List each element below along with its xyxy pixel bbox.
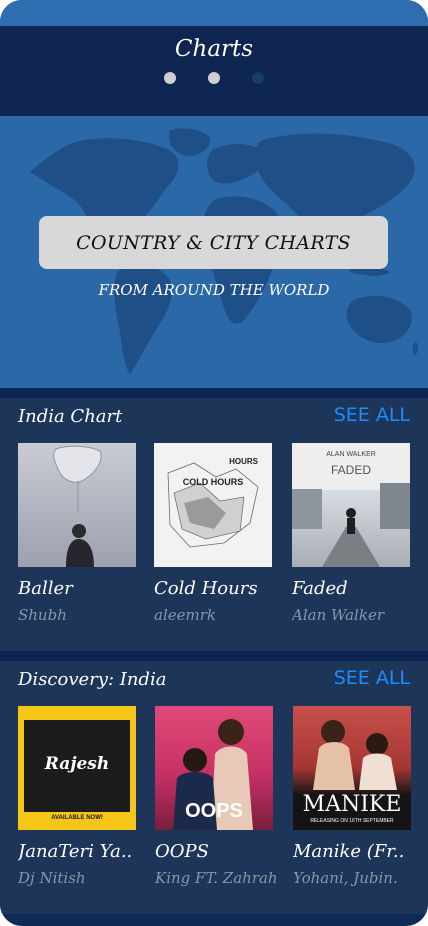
album-art-text: ALAN WALKER <box>326 451 376 458</box>
album-art-text: AVAILABLE NOW! <box>51 815 103 821</box>
see-all-button[interactable]: SEE ALL <box>334 667 410 689</box>
album-art-text: MANIKE <box>302 792 402 817</box>
hero-subtitle: FROM AROUND THE WORLD <box>98 281 330 299</box>
album-art-text: COLD HOURS <box>182 477 244 487</box>
artist-name: Dj Nitish <box>18 869 86 887</box>
song-title: Baller <box>18 578 73 599</box>
header: Charts <box>0 26 428 116</box>
album-art: OOPS <box>155 706 273 830</box>
artist-name: Shubh <box>18 606 67 624</box>
app-screen: Charts COUNTRY & CITY CHARTS FROM AROUND… <box>0 0 428 926</box>
page-dot-2[interactable] <box>208 72 220 84</box>
album-art-text: OOPS <box>185 800 243 822</box>
see-all-button[interactable]: SEE ALL <box>334 404 410 426</box>
page-title: Charts <box>174 36 254 62</box>
album-art-text: FADED <box>330 463 371 477</box>
section-title: Discovery: India <box>18 669 167 690</box>
india-chart-section: India Chart SEE ALL Baller Shubh HOURS C… <box>0 398 428 651</box>
artist-name: Alan Walker <box>292 606 384 624</box>
song-title: OOPS <box>155 841 209 862</box>
album-art <box>18 443 136 567</box>
page-indicator[interactable] <box>0 72 428 84</box>
album-art: Rajesh AVAILABLE NOW! <box>18 706 136 830</box>
discovery-section: Discovery: India SEE ALL Rajesh AVAILABL… <box>0 661 428 914</box>
album-art: HOURS COLD HOURS <box>154 443 272 567</box>
page-dot-1[interactable] <box>164 72 176 84</box>
album-art: MANIKE RELEASING ON 16TH SEPTEMBER <box>293 706 411 830</box>
status-strip <box>0 0 428 26</box>
song-title: Faded <box>292 578 348 599</box>
album-art-text: RELEASING ON 16TH SEPTEMBER <box>310 818 394 824</box>
page-dot-3[interactable] <box>252 72 264 84</box>
section-title: India Chart <box>18 406 123 427</box>
divider <box>0 388 428 398</box>
artist-name: King FT. Zahrah <box>155 869 278 887</box>
artist-name: Yohani, Jubin. <box>293 869 398 887</box>
country-city-charts-banner[interactable]: COUNTRY & CITY CHARTS FROM AROUND THE WO… <box>0 116 428 388</box>
hero-title: COUNTRY & CITY CHARTS <box>39 216 388 269</box>
album-art-text: Rajesh <box>44 754 110 774</box>
song-title: Cold Hours <box>154 578 258 599</box>
album-art: ALAN WALKER FADED <box>292 443 410 567</box>
divider <box>0 651 428 661</box>
song-title: Manike (Fr.. <box>293 841 405 862</box>
album-art-text: HOURS <box>229 457 258 466</box>
artist-name: aleemrk <box>154 606 216 624</box>
song-title: JanaTeri Ya.. <box>18 841 133 862</box>
